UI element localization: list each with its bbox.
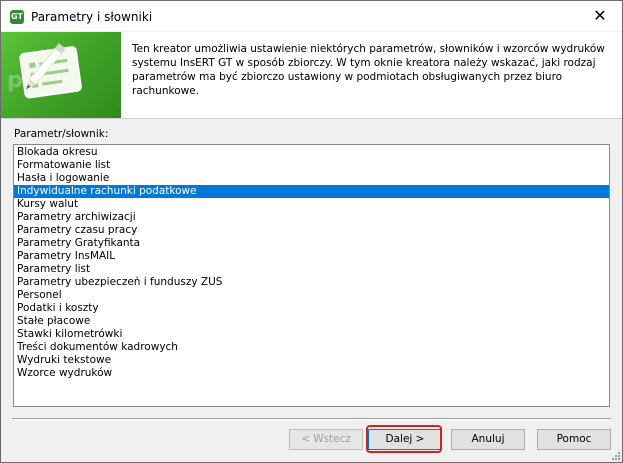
list-label: Parametr/słownik: xyxy=(14,128,109,140)
list-item[interactable]: Parametry czasu pracy xyxy=(14,224,609,237)
list-item[interactable]: Parametry Gratyfikanta xyxy=(14,237,609,250)
edit-document-icon xyxy=(19,43,82,99)
wizard-hero-image: param xyxy=(1,32,121,118)
list-item[interactable]: Blokada okresu xyxy=(14,146,609,159)
resize-grip-icon[interactable] xyxy=(610,450,620,460)
list-item[interactable]: Hasła i logowanie xyxy=(14,172,609,185)
close-button[interactable]: ✕ xyxy=(578,1,622,31)
list-item[interactable]: Podatki i koszty xyxy=(14,302,609,315)
help-button[interactable]: Pomoc xyxy=(537,429,611,450)
list-item[interactable]: Personel xyxy=(14,289,609,302)
list-item[interactable]: Parametry archiwizacji xyxy=(14,211,609,224)
wizard-header: param Ten kreator um xyxy=(1,32,622,119)
list-item[interactable]: Wzorce wydruków xyxy=(14,367,609,380)
window-title: Parametry i słowniki xyxy=(31,10,153,24)
app-icon: GT xyxy=(10,10,24,24)
wizard-window: GT Parametry i słowniki ✕ param xyxy=(0,0,623,463)
list-item[interactable]: Indywidualne rachunki podatkowe xyxy=(14,185,609,198)
next-button[interactable]: Dalej > xyxy=(368,429,442,450)
cancel-button[interactable]: Anuluj xyxy=(451,429,525,450)
title-bar: GT Parametry i słowniki ✕ xyxy=(1,1,622,31)
list-item[interactable]: Stałe płacowe xyxy=(14,315,609,328)
list-item[interactable]: Parametry InsMAIL xyxy=(14,250,609,263)
list-item[interactable]: Treści dokumentów kadrowych xyxy=(14,341,609,354)
back-button[interactable]: < Wstecz xyxy=(289,429,363,450)
list-item[interactable]: Kursy walut xyxy=(14,198,609,211)
list-item[interactable]: Formatowanie list xyxy=(14,159,609,172)
parameter-listbox[interactable]: Blokada okresu Formatowanie list Hasła i l… xyxy=(13,144,610,407)
list-item[interactable]: Parametry ubezpieczeń i funduszy ZUS xyxy=(14,276,609,289)
list-item[interactable]: Stawki kilometrówki xyxy=(14,328,609,341)
wizard-description: Ten kreator umożliwia ustawienie niektór… xyxy=(132,43,605,97)
list-item[interactable]: Parametry list xyxy=(14,263,609,276)
button-separator xyxy=(12,418,611,420)
list-item[interactable]: Wydruki tekstowe xyxy=(14,354,609,367)
